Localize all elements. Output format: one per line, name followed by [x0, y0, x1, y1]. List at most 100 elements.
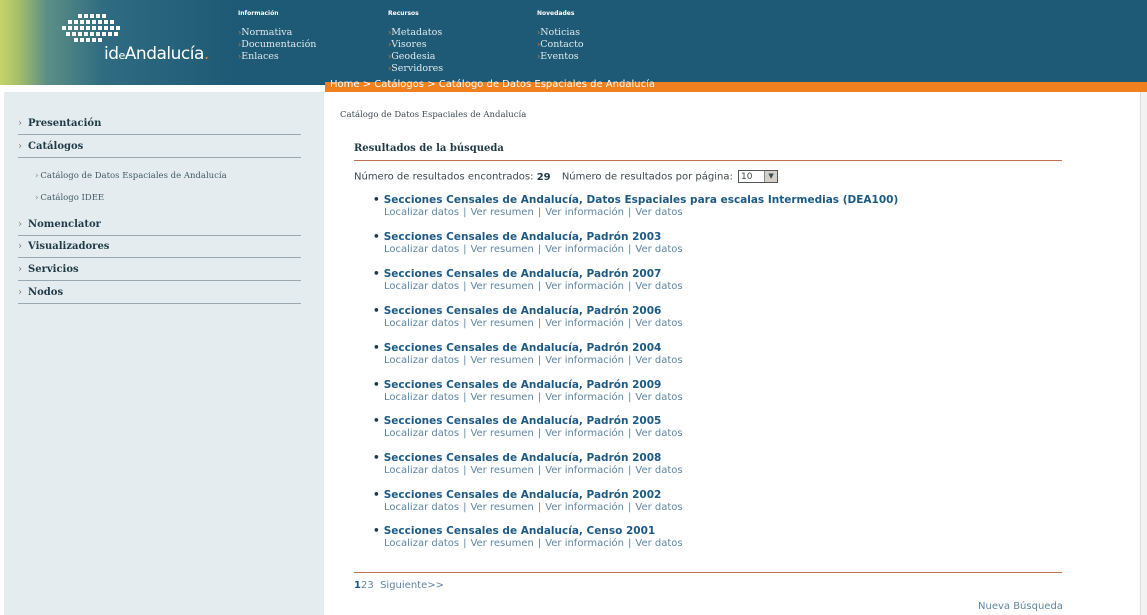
- ver-informacion-link[interactable]: Ver información: [545, 244, 624, 255]
- result-links: Localizar datos | Ver resumen | Ver informac…: [384, 538, 683, 549]
- sidebar-item-visualizadores[interactable]: › Visualizadores: [18, 241, 301, 258]
- ver-informacion-link[interactable]: Ver información: [545, 207, 624, 218]
- next-page-link[interactable]: Siguiente>>: [380, 580, 444, 591]
- sidebar-subitem-catalogo-andalucia[interactable]: › Catálogo de Datos Espaciales de Andaluc…: [35, 171, 227, 181]
- chevron-down-icon[interactable]: ▼: [764, 171, 778, 182]
- sidebar-item-nomenclator[interactable]: › Nomenclator: [18, 219, 301, 236]
- sidebar-item-servicios[interactable]: › Servicios: [18, 264, 301, 281]
- ver-datos-link[interactable]: Ver datos: [635, 392, 682, 403]
- ver-informacion-link[interactable]: Ver información: [545, 465, 624, 476]
- menu-item-noticias[interactable]: ›Noticias: [537, 27, 584, 39]
- breadcrumb-separator: >: [424, 79, 439, 90]
- localizar-datos-link[interactable]: Localizar datos: [384, 207, 459, 218]
- menu-item-documentacion[interactable]: ›Documentación: [238, 39, 316, 51]
- results-count-value: 29: [536, 171, 551, 183]
- menu-item-visores[interactable]: ›Visores: [388, 39, 443, 51]
- result-title[interactable]: • Secciones Censales de Andalucía, Padrón…: [373, 268, 683, 280]
- result-links: Localizar datos | Ver resumen | Ver informac…: [384, 502, 683, 513]
- ver-datos-link[interactable]: Ver datos: [635, 207, 682, 218]
- ver-informacion-link[interactable]: Ver información: [545, 502, 624, 513]
- menu-informacion: Información ›Normativa ›Documentación ›E…: [238, 8, 316, 63]
- ver-resumen-link[interactable]: Ver resumen: [470, 428, 533, 439]
- results-count-row: Número de resultados encontrados: 29 Núm…: [354, 170, 779, 183]
- localizar-datos-link[interactable]: Localizar datos: [384, 502, 459, 513]
- ver-datos-link[interactable]: Ver datos: [635, 465, 682, 476]
- page-3-link[interactable]: 3: [367, 580, 373, 591]
- ver-resumen-link[interactable]: Ver resumen: [470, 207, 533, 218]
- menu-novedades: Novedades ›Noticias ›Contacto ›Eventos: [537, 8, 584, 63]
- localizar-datos-link[interactable]: Localizar datos: [384, 244, 459, 255]
- result-title[interactable]: • Secciones Censales de Andalucía, Padrón…: [373, 415, 683, 427]
- ver-informacion-link[interactable]: Ver información: [545, 392, 624, 403]
- result-links: Localizar datos | Ver resumen | Ver informac…: [384, 428, 683, 439]
- ver-resumen-link[interactable]: Ver resumen: [470, 392, 533, 403]
- localizar-datos-link[interactable]: Localizar datos: [384, 538, 459, 549]
- ver-informacion-link[interactable]: Ver información: [545, 281, 624, 292]
- ver-resumen-link[interactable]: Ver resumen: [470, 355, 533, 366]
- ver-informacion-link[interactable]: Ver información: [545, 428, 624, 439]
- ver-datos-link[interactable]: Ver datos: [635, 281, 682, 292]
- menu-item-contacto[interactable]: ›Contacto: [537, 39, 584, 51]
- menu-item-enlaces[interactable]: ›Enlaces: [238, 51, 316, 63]
- ver-datos-link[interactable]: Ver datos: [635, 355, 682, 366]
- result-item: • Secciones Censales de Andalucía, Padrón…: [373, 415, 683, 439]
- per-page-select[interactable]: 10 ▼: [738, 170, 779, 183]
- sidebar-subitem-catalogo-idee[interactable]: › Catálogo IDEE: [35, 193, 104, 203]
- ver-resumen-link[interactable]: Ver resumen: [470, 318, 533, 329]
- ver-resumen-link[interactable]: Ver resumen: [470, 502, 533, 513]
- result-title[interactable]: • Secciones Censales de Andalucía, Padrón…: [373, 452, 683, 464]
- localizar-datos-link[interactable]: Localizar datos: [384, 392, 459, 403]
- breadcrumb-current[interactable]: Catálogo de Datos Espaciales de Andalucí…: [439, 79, 655, 90]
- ver-informacion-link[interactable]: Ver información: [545, 538, 624, 549]
- result-item: • Secciones Censales de Andalucía, Padrón…: [373, 379, 683, 403]
- result-title[interactable]: • Secciones Censales de Andalucía, Padrón…: [373, 231, 683, 243]
- sidebar-item-presentacion[interactable]: › Presentación: [18, 118, 301, 135]
- localizar-datos-link[interactable]: Localizar datos: [384, 465, 459, 476]
- ver-resumen-link[interactable]: Ver resumen: [470, 244, 533, 255]
- localizar-datos-link[interactable]: Localizar datos: [384, 355, 459, 366]
- ver-resumen-link[interactable]: Ver resumen: [470, 281, 533, 292]
- new-search-link[interactable]: Nueva Búsqueda: [978, 601, 1063, 612]
- results-count-label: Número de resultados encontrados:: [354, 171, 534, 183]
- ver-datos-link[interactable]: Ver datos: [635, 502, 682, 513]
- ver-datos-link[interactable]: Ver datos: [635, 318, 682, 329]
- ver-datos-link[interactable]: Ver datos: [635, 538, 682, 549]
- result-title[interactable]: • Secciones Censales de Andalucía, Padrón…: [373, 342, 683, 354]
- ver-resumen-link[interactable]: Ver resumen: [470, 538, 533, 549]
- ver-informacion-link[interactable]: Ver información: [545, 355, 624, 366]
- result-item: • Secciones Censales de Andalucía, Padrón…: [373, 305, 683, 329]
- localizar-datos-link[interactable]: Localizar datos: [384, 318, 459, 329]
- page-1-link[interactable]: 1: [354, 580, 361, 591]
- sidebar-item-catalogos[interactable]: › Catálogos: [18, 141, 301, 158]
- ver-datos-link[interactable]: Ver datos: [635, 244, 682, 255]
- result-title[interactable]: • Secciones Censales de Andalucía, Datos …: [373, 194, 898, 206]
- ver-informacion-link[interactable]: Ver información: [545, 318, 624, 329]
- logo-banner[interactable]: ideAndalucía.: [0, 0, 230, 85]
- result-title[interactable]: • Secciones Censales de Andalucía, Censo …: [373, 525, 683, 537]
- site-header: ideAndalucía. Información ›Normativa ›Do…: [0, 0, 1147, 85]
- result-title[interactable]: • Secciones Censales de Andalucía, Padrón…: [373, 305, 683, 317]
- result-item: • Secciones Censales de Andalucía, Censo …: [373, 525, 683, 549]
- result-title[interactable]: • Secciones Censales de Andalucía, Padrón…: [373, 489, 683, 501]
- ver-resumen-link[interactable]: Ver resumen: [470, 465, 533, 476]
- result-links: Localizar datos | Ver resumen | Ver informac…: [384, 281, 683, 292]
- result-links: Localizar datos | Ver resumen | Ver informac…: [384, 392, 683, 403]
- page-title: Catálogo de Datos Espaciales de Andalucí…: [340, 110, 527, 120]
- menu-item-geodesia[interactable]: ›Geodesia: [388, 51, 443, 63]
- menu-item-servidores[interactable]: ›Servidores: [388, 63, 443, 75]
- breadcrumb-home[interactable]: Home: [330, 79, 360, 90]
- ver-datos-link[interactable]: Ver datos: [635, 428, 682, 439]
- localizar-datos-link[interactable]: Localizar datos: [384, 428, 459, 439]
- menu-recursos: Recursos ›Metadatos ›Visores ›Geodesia ›…: [388, 8, 443, 75]
- menu-item-metadatos[interactable]: ›Metadatos: [388, 27, 443, 39]
- result-item: • Secciones Censales de Andalucía, Padrón…: [373, 452, 683, 476]
- result-title[interactable]: • Secciones Censales de Andalucía, Padrón…: [373, 379, 683, 391]
- menu-item-eventos[interactable]: ›Eventos: [537, 51, 584, 63]
- menu-item-normativa[interactable]: ›Normativa: [238, 27, 316, 39]
- divider: [354, 160, 1062, 161]
- sidebar-item-nodos[interactable]: › Nodos: [18, 287, 301, 304]
- breadcrumb-catalogos[interactable]: Catálogos: [374, 79, 424, 90]
- localizar-datos-link[interactable]: Localizar datos: [384, 281, 459, 292]
- breadcrumb-separator: >: [359, 79, 375, 90]
- scrollbar[interactable]: [1140, 92, 1147, 615]
